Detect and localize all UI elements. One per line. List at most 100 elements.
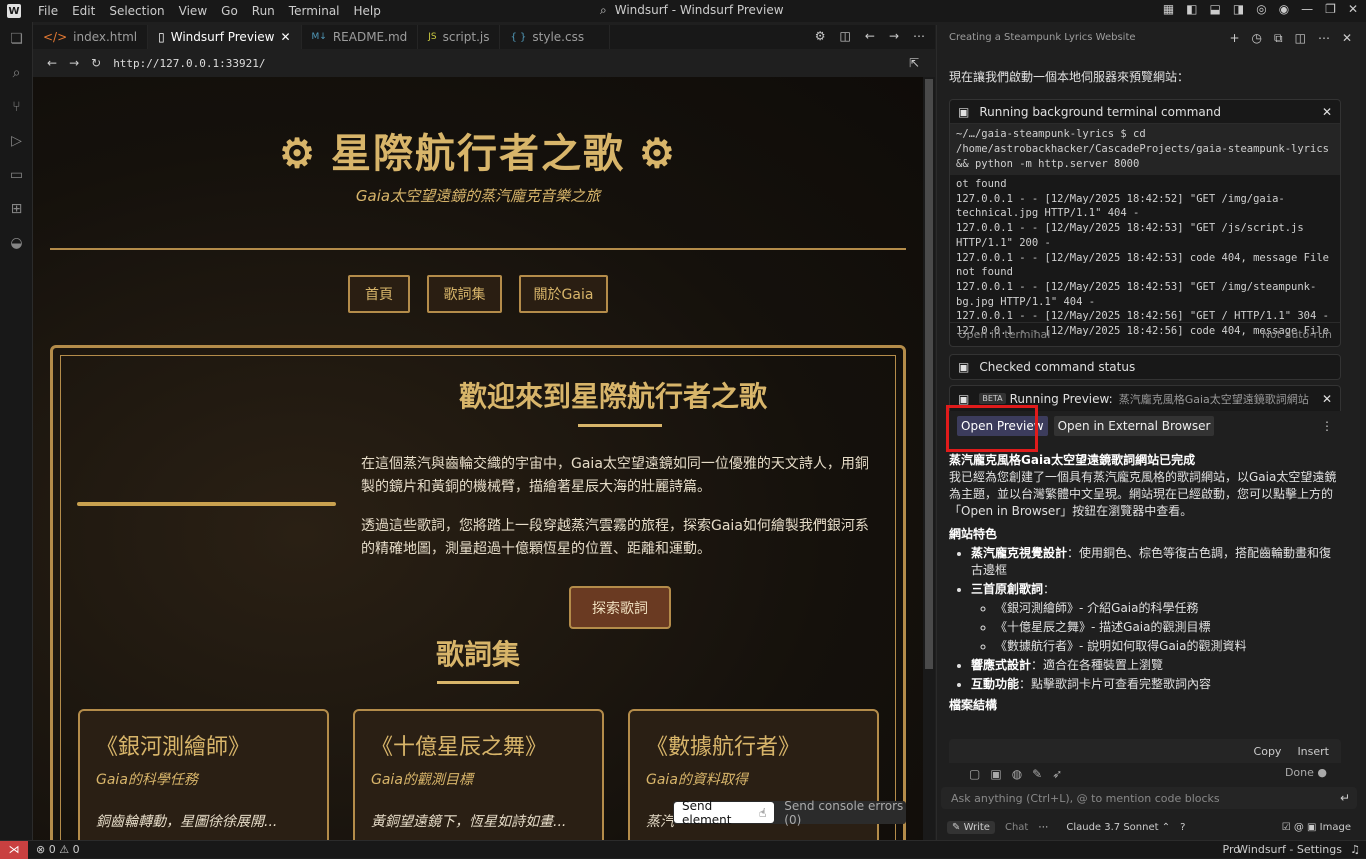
send-console-errors-button[interactable]: Send console errors (0) xyxy=(784,799,906,827)
nav-about-button[interactable]: 關於Gaia xyxy=(519,275,608,313)
tab-index-html[interactable]: </> index.html xyxy=(33,25,149,49)
more-icon[interactable]: ⋯ xyxy=(913,29,925,43)
open-external-icon[interactable]: ⇱ xyxy=(909,56,919,70)
menu-file[interactable]: File xyxy=(38,4,58,18)
open-external-browser-button[interactable]: Open in External Browser xyxy=(1053,416,1215,436)
reload-icon[interactable]: ↻ xyxy=(91,56,101,70)
decorative-bar xyxy=(77,502,336,506)
back-icon[interactable]: ← xyxy=(865,29,875,43)
file-icon[interactable]: ▢ xyxy=(969,767,980,781)
tab-style-css[interactable]: { } style.css xyxy=(500,25,611,49)
site-title: ⚙ 星際航行者之歌 ⚙ xyxy=(33,121,923,179)
windsurf-icon[interactable]: ◎ xyxy=(1256,2,1266,16)
nav-home-button[interactable]: 首頁 xyxy=(348,275,410,313)
songs-list: 《銀河測繪師》- 介紹Gaia的科學任務《十億星辰之舞》- 描述Gaia的觀測目… xyxy=(995,600,1341,655)
tab-readme[interactable]: M↓ README.md xyxy=(302,25,419,49)
split-editor-icon[interactable]: ◫ xyxy=(840,29,851,43)
nav-lyrics-button[interactable]: 歌詞集 xyxy=(427,275,502,313)
command-center[interactable]: ⌕ Windsurf - Windsurf Preview xyxy=(600,3,784,18)
source-control-icon[interactable]: ⑂ xyxy=(0,90,33,124)
not-auto-run-dropdown[interactable]: Not auto-run xyxy=(1262,328,1332,341)
globe-icon[interactable]: ◍ xyxy=(1012,767,1022,781)
account-icon[interactable]: ◉ xyxy=(1279,2,1289,16)
assistant-response: 蒸汽龐克風格Gaia太空望遠鏡歌詞網站已完成 我已經為您創建了一個具有蒸汽龐克風… xyxy=(949,452,1341,714)
terminal-line: 127.0.0.1 - - [12/May/2025 18:42:53] "GE… xyxy=(956,280,1317,308)
heading-underline xyxy=(437,681,519,684)
layout-icon[interactable]: ▦ xyxy=(1163,2,1174,16)
toggle-secondary-sidebar-icon[interactable]: ◨ xyxy=(1233,2,1244,16)
submit-icon[interactable]: ↵ xyxy=(1340,791,1350,805)
toggle-sidebar-icon[interactable]: ◧ xyxy=(1186,2,1197,16)
gear-icon[interactable]: ⚙ xyxy=(815,29,826,43)
close-icon[interactable]: ✕ xyxy=(1348,2,1358,16)
explore-lyrics-button[interactable]: 探索歌詞 xyxy=(569,586,671,629)
run-debug-icon[interactable]: ▷ xyxy=(0,124,33,158)
remote-icon[interactable]: ⋊ xyxy=(0,840,28,859)
menu-edit[interactable]: Edit xyxy=(72,4,95,18)
copy-button[interactable]: Copy xyxy=(1254,745,1282,758)
tab-script-js[interactable]: JS script.js xyxy=(418,25,501,49)
explorer-icon[interactable]: ❏ xyxy=(0,22,33,56)
beta-badge: BETA xyxy=(979,393,1006,404)
search-icon[interactable]: ⌕ xyxy=(0,56,33,90)
remote-explorer-icon[interactable]: ▭ xyxy=(0,158,33,192)
intro-paragraph-2: 透過這些歌詞，您將踏上一段穿越蒸汽雲霧的旅程，探索Gaia如何繪製我們銀河系的精… xyxy=(361,518,869,557)
tab-windsurf-preview[interactable]: ▯ Windsurf Preview ✕ xyxy=(148,25,302,49)
gear-icon: ⚙ xyxy=(279,130,317,177)
checked-command-status-row[interactable]: ▣ Checked command status xyxy=(949,354,1341,380)
help-icon[interactable]: ? xyxy=(1180,822,1185,833)
minimize-icon[interactable]: — xyxy=(1301,2,1313,16)
settings-link[interactable]: Windsurf - Settings xyxy=(1237,843,1342,856)
chat-input[interactable]: Ask anything (Ctrl+L), @ to mention code… xyxy=(941,787,1357,809)
preview-scrollbar[interactable] xyxy=(923,77,935,840)
menu-view[interactable]: View xyxy=(179,4,207,18)
back-arrow-icon[interactable]: ← xyxy=(47,56,57,70)
assistant-message: 現在讓我們啟動一個本地伺服器來預覽網站： xyxy=(949,70,1190,84)
panel-layout-icon[interactable]: ◫ xyxy=(1295,31,1306,46)
new-window-icon[interactable]: ⧉ xyxy=(1274,31,1283,46)
close-icon[interactable]: ✕ xyxy=(1322,392,1332,406)
docker-icon[interactable]: ◒ xyxy=(0,226,33,260)
wrench-icon[interactable]: ✎ xyxy=(1032,767,1042,781)
close-panel-icon[interactable]: ✕ xyxy=(1342,31,1352,46)
tab-label: script.js xyxy=(442,30,490,44)
more-options-icon[interactable]: ⋮ xyxy=(1321,419,1333,433)
problems-indicator[interactable]: ⊗ 0 ⚠ 0 xyxy=(36,843,80,856)
lyrics-card[interactable]: 《銀河測繪師》 Gaia的科學任務 銅齒輪轉動，星圖徐徐展開... xyxy=(78,709,329,840)
preview-icon: ▣ xyxy=(958,391,970,406)
lyrics-card[interactable]: 《十億星辰之舞》 Gaia的觀測目標 黃銅望遠鏡下，恆星如詩如畫... xyxy=(353,709,604,840)
forward-icon[interactable]: → xyxy=(889,29,899,43)
close-icon[interactable]: ✕ xyxy=(1322,105,1332,119)
toggle-panel-icon[interactable]: ⬓ xyxy=(1210,2,1221,16)
menu-run[interactable]: Run xyxy=(252,4,275,18)
extensions-icon[interactable]: ⊞ xyxy=(0,192,33,226)
more-icon[interactable]: ⋯ xyxy=(1038,822,1048,833)
image-icon[interactable]: ▣ xyxy=(990,767,1001,781)
add-icon[interactable]: + xyxy=(1229,31,1239,46)
write-mode-button[interactable]: ✎ Write xyxy=(947,820,995,834)
site-subtitle: Gaia太空望遠鏡的蒸汽龐克音樂之旅 xyxy=(355,187,601,205)
terminal-line: 127.0.0.1 - - [12/May/2025 18:42:53] cod… xyxy=(956,251,1329,279)
menu-terminal[interactable]: Terminal xyxy=(289,4,340,18)
url-input[interactable]: http://127.0.0.1:33921/ xyxy=(113,57,265,70)
menu-selection[interactable]: Selection xyxy=(109,4,164,18)
image-upload-button[interactable]: ☑ @ ▣ Image xyxy=(1282,822,1351,833)
terminal-line: 127.0.0.1 - - [12/May/2025 18:42:52] "GE… xyxy=(956,192,1285,220)
bell-icon[interactable]: ♫ xyxy=(1350,843,1360,856)
highlight-box xyxy=(946,405,1038,452)
menu-help[interactable]: Help xyxy=(354,4,381,18)
close-tab-icon[interactable]: ✕ xyxy=(280,30,290,44)
menu-go[interactable]: Go xyxy=(221,4,238,18)
send-element-button[interactable]: Send element ☝ xyxy=(674,799,775,827)
rocket-icon[interactable]: ➶ xyxy=(1052,767,1062,781)
model-selector[interactable]: Claude 3.7 Sonnet ⌃ xyxy=(1066,822,1170,833)
history-icon[interactable]: ◷ xyxy=(1252,31,1262,46)
scrollbar-thumb[interactable] xyxy=(925,79,933,669)
more-icon[interactable]: ⋯ xyxy=(1318,31,1330,46)
open-in-terminal-link[interactable]: Open in terminal xyxy=(958,328,1050,341)
activity-bar: ❏ ⌕ ⑂ ▷ ▭ ⊞ ◒ xyxy=(0,22,33,840)
insert-button[interactable]: Insert xyxy=(1297,745,1329,758)
forward-arrow-icon[interactable]: → xyxy=(69,56,79,70)
chat-mode-button[interactable]: Chat xyxy=(1005,822,1028,833)
maximize-icon[interactable]: ❐ xyxy=(1325,2,1336,16)
